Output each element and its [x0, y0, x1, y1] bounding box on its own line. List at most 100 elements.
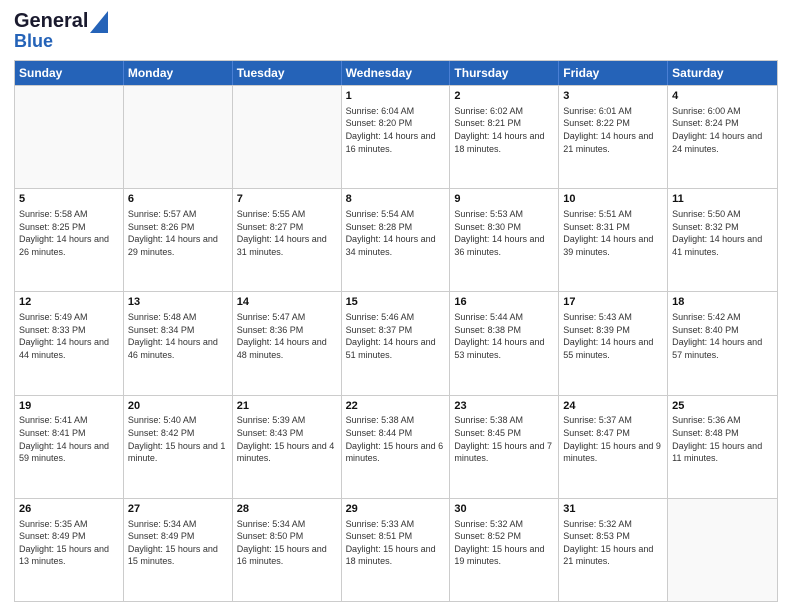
- cell-info: Sunrise: 5:48 AM Sunset: 8:34 PM Dayligh…: [128, 311, 228, 361]
- calendar-header-cell: Tuesday: [233, 61, 342, 85]
- calendar-week-row: 12Sunrise: 5:49 AM Sunset: 8:33 PM Dayli…: [15, 291, 777, 394]
- day-number: 30: [454, 502, 554, 517]
- header: General Blue: [14, 10, 778, 52]
- logo-triangle-icon: [90, 11, 108, 33]
- day-number: 28: [237, 502, 337, 517]
- day-number: 13: [128, 295, 228, 310]
- day-number: 14: [237, 295, 337, 310]
- day-number: 3: [563, 89, 663, 104]
- calendar-week-row: 19Sunrise: 5:41 AM Sunset: 8:41 PM Dayli…: [15, 395, 777, 498]
- calendar-cell: 25Sunrise: 5:36 AM Sunset: 8:48 PM Dayli…: [668, 396, 777, 498]
- calendar-header: SundayMondayTuesdayWednesdayThursdayFrid…: [15, 61, 777, 85]
- cell-info: Sunrise: 5:53 AM Sunset: 8:30 PM Dayligh…: [454, 208, 554, 258]
- cell-info: Sunrise: 5:35 AM Sunset: 8:49 PM Dayligh…: [19, 518, 119, 568]
- day-number: 25: [672, 399, 773, 414]
- cell-info: Sunrise: 5:36 AM Sunset: 8:48 PM Dayligh…: [672, 414, 773, 464]
- page: General Blue SundayMondayTuesdayWednesda…: [0, 0, 792, 612]
- calendar-cell: 15Sunrise: 5:46 AM Sunset: 8:37 PM Dayli…: [342, 292, 451, 394]
- day-number: 27: [128, 502, 228, 517]
- cell-info: Sunrise: 6:01 AM Sunset: 8:22 PM Dayligh…: [563, 105, 663, 155]
- cell-info: Sunrise: 5:32 AM Sunset: 8:53 PM Dayligh…: [563, 518, 663, 568]
- day-number: 29: [346, 502, 446, 517]
- cell-info: Sunrise: 5:42 AM Sunset: 8:40 PM Dayligh…: [672, 311, 773, 361]
- calendar: SundayMondayTuesdayWednesdayThursdayFrid…: [14, 60, 778, 602]
- calendar-cell: 5Sunrise: 5:58 AM Sunset: 8:25 PM Daylig…: [15, 189, 124, 291]
- cell-info: Sunrise: 5:32 AM Sunset: 8:52 PM Dayligh…: [454, 518, 554, 568]
- calendar-cell: 16Sunrise: 5:44 AM Sunset: 8:38 PM Dayli…: [450, 292, 559, 394]
- calendar-cell: 31Sunrise: 5:32 AM Sunset: 8:53 PM Dayli…: [559, 499, 668, 601]
- cell-info: Sunrise: 5:55 AM Sunset: 8:27 PM Dayligh…: [237, 208, 337, 258]
- calendar-cell: 29Sunrise: 5:33 AM Sunset: 8:51 PM Dayli…: [342, 499, 451, 601]
- calendar-cell: 21Sunrise: 5:39 AM Sunset: 8:43 PM Dayli…: [233, 396, 342, 498]
- calendar-cell: 11Sunrise: 5:50 AM Sunset: 8:32 PM Dayli…: [668, 189, 777, 291]
- cell-info: Sunrise: 5:50 AM Sunset: 8:32 PM Dayligh…: [672, 208, 773, 258]
- cell-info: Sunrise: 5:33 AM Sunset: 8:51 PM Dayligh…: [346, 518, 446, 568]
- day-number: 11: [672, 192, 773, 207]
- calendar-week-row: 1Sunrise: 6:04 AM Sunset: 8:20 PM Daylig…: [15, 85, 777, 188]
- calendar-cell: 30Sunrise: 5:32 AM Sunset: 8:52 PM Dayli…: [450, 499, 559, 601]
- day-number: 24: [563, 399, 663, 414]
- cell-info: Sunrise: 5:51 AM Sunset: 8:31 PM Dayligh…: [563, 208, 663, 258]
- calendar-cell: 7Sunrise: 5:55 AM Sunset: 8:27 PM Daylig…: [233, 189, 342, 291]
- calendar-cell: 6Sunrise: 5:57 AM Sunset: 8:26 PM Daylig…: [124, 189, 233, 291]
- cell-info: Sunrise: 5:57 AM Sunset: 8:26 PM Dayligh…: [128, 208, 228, 258]
- calendar-cell: 9Sunrise: 5:53 AM Sunset: 8:30 PM Daylig…: [450, 189, 559, 291]
- calendar-cell: 17Sunrise: 5:43 AM Sunset: 8:39 PM Dayli…: [559, 292, 668, 394]
- calendar-cell: 28Sunrise: 5:34 AM Sunset: 8:50 PM Dayli…: [233, 499, 342, 601]
- calendar-cell: 22Sunrise: 5:38 AM Sunset: 8:44 PM Dayli…: [342, 396, 451, 498]
- calendar-header-cell: Monday: [124, 61, 233, 85]
- cell-info: Sunrise: 5:54 AM Sunset: 8:28 PM Dayligh…: [346, 208, 446, 258]
- calendar-cell: [15, 86, 124, 188]
- cell-info: Sunrise: 5:44 AM Sunset: 8:38 PM Dayligh…: [454, 311, 554, 361]
- calendar-cell: 2Sunrise: 6:02 AM Sunset: 8:21 PM Daylig…: [450, 86, 559, 188]
- day-number: 15: [346, 295, 446, 310]
- calendar-cell: 14Sunrise: 5:47 AM Sunset: 8:36 PM Dayli…: [233, 292, 342, 394]
- cell-info: Sunrise: 5:34 AM Sunset: 8:49 PM Dayligh…: [128, 518, 228, 568]
- cell-info: Sunrise: 5:41 AM Sunset: 8:41 PM Dayligh…: [19, 414, 119, 464]
- calendar-cell: 19Sunrise: 5:41 AM Sunset: 8:41 PM Dayli…: [15, 396, 124, 498]
- calendar-cell: 18Sunrise: 5:42 AM Sunset: 8:40 PM Dayli…: [668, 292, 777, 394]
- day-number: 4: [672, 89, 773, 104]
- cell-info: Sunrise: 5:38 AM Sunset: 8:44 PM Dayligh…: [346, 414, 446, 464]
- day-number: 21: [237, 399, 337, 414]
- cell-info: Sunrise: 5:58 AM Sunset: 8:25 PM Dayligh…: [19, 208, 119, 258]
- cell-info: Sunrise: 5:49 AM Sunset: 8:33 PM Dayligh…: [19, 311, 119, 361]
- calendar-week-row: 26Sunrise: 5:35 AM Sunset: 8:49 PM Dayli…: [15, 498, 777, 601]
- cell-info: Sunrise: 5:38 AM Sunset: 8:45 PM Dayligh…: [454, 414, 554, 464]
- day-number: 26: [19, 502, 119, 517]
- cell-info: Sunrise: 6:02 AM Sunset: 8:21 PM Dayligh…: [454, 105, 554, 155]
- day-number: 16: [454, 295, 554, 310]
- day-number: 1: [346, 89, 446, 104]
- calendar-header-cell: Wednesday: [342, 61, 451, 85]
- calendar-cell: 23Sunrise: 5:38 AM Sunset: 8:45 PM Dayli…: [450, 396, 559, 498]
- cell-info: Sunrise: 5:40 AM Sunset: 8:42 PM Dayligh…: [128, 414, 228, 464]
- logo-blue: Blue: [14, 31, 53, 52]
- calendar-week-row: 5Sunrise: 5:58 AM Sunset: 8:25 PM Daylig…: [15, 188, 777, 291]
- day-number: 5: [19, 192, 119, 207]
- calendar-header-cell: Sunday: [15, 61, 124, 85]
- cell-info: Sunrise: 5:43 AM Sunset: 8:39 PM Dayligh…: [563, 311, 663, 361]
- calendar-cell: 1Sunrise: 6:04 AM Sunset: 8:20 PM Daylig…: [342, 86, 451, 188]
- day-number: 9: [454, 192, 554, 207]
- calendar-header-cell: Friday: [559, 61, 668, 85]
- calendar-cell: 24Sunrise: 5:37 AM Sunset: 8:47 PM Dayli…: [559, 396, 668, 498]
- day-number: 8: [346, 192, 446, 207]
- calendar-cell: 13Sunrise: 5:48 AM Sunset: 8:34 PM Dayli…: [124, 292, 233, 394]
- day-number: 6: [128, 192, 228, 207]
- cell-info: Sunrise: 5:34 AM Sunset: 8:50 PM Dayligh…: [237, 518, 337, 568]
- calendar-header-cell: Thursday: [450, 61, 559, 85]
- calendar-cell: [124, 86, 233, 188]
- calendar-cell: 12Sunrise: 5:49 AM Sunset: 8:33 PM Dayli…: [15, 292, 124, 394]
- cell-info: Sunrise: 5:37 AM Sunset: 8:47 PM Dayligh…: [563, 414, 663, 464]
- calendar-cell: 3Sunrise: 6:01 AM Sunset: 8:22 PM Daylig…: [559, 86, 668, 188]
- cell-info: Sunrise: 5:39 AM Sunset: 8:43 PM Dayligh…: [237, 414, 337, 464]
- calendar-cell: 27Sunrise: 5:34 AM Sunset: 8:49 PM Dayli…: [124, 499, 233, 601]
- calendar-cell: [668, 499, 777, 601]
- logo: General Blue: [14, 10, 108, 52]
- calendar-cell: 8Sunrise: 5:54 AM Sunset: 8:28 PM Daylig…: [342, 189, 451, 291]
- calendar-header-cell: Saturday: [668, 61, 777, 85]
- day-number: 23: [454, 399, 554, 414]
- day-number: 22: [346, 399, 446, 414]
- calendar-cell: 26Sunrise: 5:35 AM Sunset: 8:49 PM Dayli…: [15, 499, 124, 601]
- day-number: 2: [454, 89, 554, 104]
